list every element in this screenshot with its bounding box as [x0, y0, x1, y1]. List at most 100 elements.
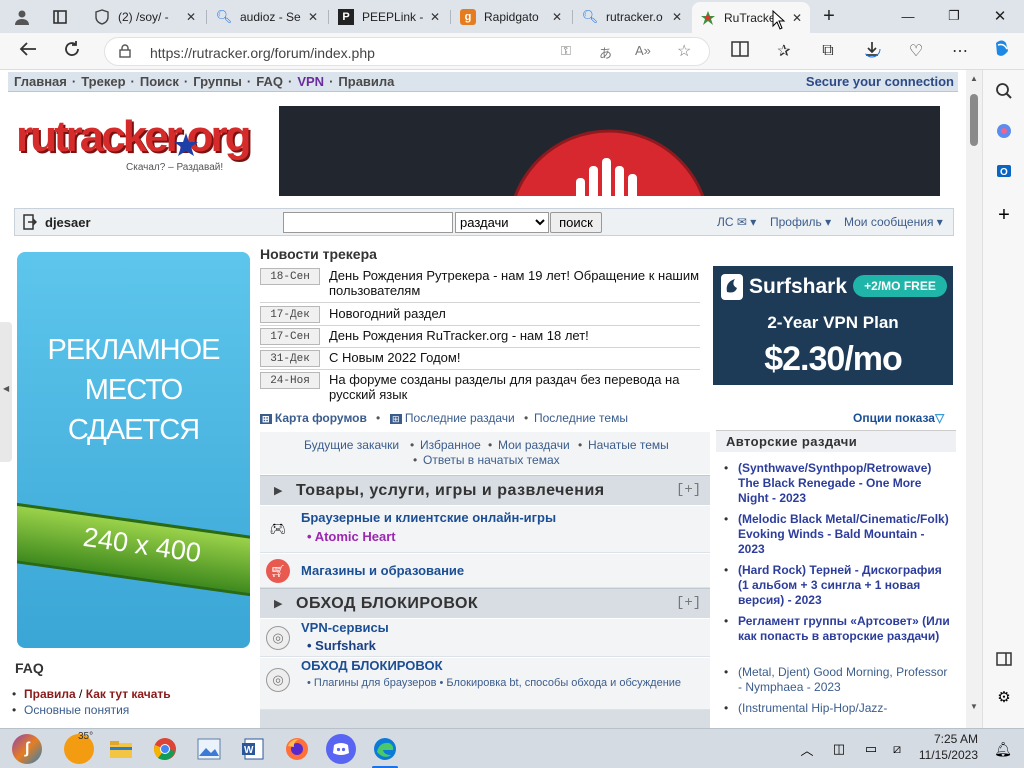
new-tab-button[interactable]: + [808, 4, 850, 28]
subforum-link[interactable]: Блокировка bt, способы обхода и обсужден… [446, 677, 681, 689]
news-link[interactable]: День Рождения Рутрекера - нам 19 лет! Об… [329, 268, 704, 298]
forum-link[interactable]: VPN-сервисы [301, 620, 389, 635]
sidebar-discover-icon[interactable] [993, 120, 1015, 142]
latest-releases-link[interactable]: ⊞ Последние раздачи [390, 411, 515, 425]
forum-link[interactable]: ОБХОД БЛОКИРОВОК [301, 658, 443, 673]
profile-link[interactable]: Профиль ▾ [770, 215, 831, 229]
meet-now-icon[interactable]: ◫ [824, 734, 854, 764]
address-bar[interactable]: https://rutracker.org/forum/index.php ⚿ … [104, 37, 710, 66]
tab-actions-button[interactable] [44, 4, 80, 30]
left-ad-placeholder[interactable]: РЕКЛАМНОЕ МЕСТО СДАЕТСЯ 240 x 400 [17, 252, 250, 648]
nav-home[interactable]: Главная [14, 74, 67, 89]
my-messages-link[interactable]: Мои сообщения ▾ [844, 215, 943, 229]
site-logo[interactable]: rutracker.org Скачал? – Раздавай! [16, 112, 262, 182]
news-link[interactable]: Новогодний раздел [329, 306, 704, 321]
scroll-up-icon[interactable]: ▲ [970, 74, 978, 83]
author-release-link[interactable]: Регламент группы «Артсовет» (Или как поп… [738, 614, 952, 644]
forum-link[interactable]: Магазины и образование [301, 563, 464, 578]
file-explorer-icon[interactable] [106, 734, 136, 764]
sidebar-settings-icon[interactable]: ⚙ [993, 686, 1015, 708]
tab-rutracker-active[interactable]: RuTracke ✕ [692, 2, 810, 33]
forum-link[interactable]: Браузерные и клиентские онлайн-игры [301, 510, 556, 525]
logout-icon[interactable] [23, 214, 38, 233]
nav-search[interactable]: Поиск [140, 74, 179, 89]
search-input[interactable] [283, 212, 453, 233]
start-app-icon[interactable]: ʃ [12, 734, 42, 764]
nav-vpn[interactable]: VPN [297, 74, 324, 89]
page-scrollbar[interactable]: ▲ ▼ [966, 70, 982, 728]
forum-map-link[interactable]: ⊞ Карта форумов [260, 411, 367, 425]
surfshark-ad[interactable]: Surfshark +2/MO FREE 2-Year VPN Plan $2.… [713, 266, 953, 385]
discord-icon[interactable] [326, 734, 356, 764]
faq-rules-link[interactable]: Правила [24, 687, 76, 701]
category-toggle[interactable]: [+] [676, 482, 701, 498]
author-release-link[interactable]: (Metal, Djent) Good Morning, Professor -… [738, 665, 952, 695]
started-topics-link[interactable]: Начатые темы [588, 438, 669, 452]
search-button[interactable]: поиск [550, 212, 602, 233]
search-scope-select[interactable]: раздачи [455, 212, 549, 233]
close-icon[interactable]: ✕ [430, 10, 440, 24]
refresh-button[interactable] [58, 38, 86, 64]
scrollbar-thumb[interactable] [970, 94, 978, 146]
latest-topics-link[interactable]: Последние темы [534, 411, 628, 425]
collections-button[interactable]: ⧉ [814, 38, 842, 64]
side-collapse-handle[interactable]: ◀ [0, 322, 12, 462]
sidebar-add-icon[interactable]: + [993, 204, 1015, 226]
nav-groups[interactable]: Группы [193, 74, 242, 89]
tab-rapidgator[interactable]: g Rapidgato ✕ [452, 4, 570, 30]
clock-date[interactable]: 11/15/2023 [906, 748, 978, 762]
close-icon[interactable]: ✕ [672, 10, 682, 24]
subforum-link[interactable]: Surfshark [315, 638, 376, 653]
tab-audioz[interactable]: 🔍︎ audioz - Se ✕ [208, 4, 326, 30]
author-release-link[interactable]: (Melodic Black Metal/Cinematic/Folk) Evo… [738, 512, 952, 557]
performance-button[interactable]: ♡ [902, 38, 930, 64]
news-link[interactable]: С Новым 2022 Годом! [329, 350, 704, 365]
favorite-star-icon[interactable]: ☆ [677, 41, 691, 61]
key-icon[interactable]: ⚿ [561, 43, 571, 59]
faq-howto-link[interactable]: Как тут качать [86, 687, 171, 701]
author-release-link[interactable]: (Synthwave/Synthpop/Retrowave) The Black… [738, 461, 952, 506]
display-options-link[interactable]: Опции показа▽ [853, 411, 944, 425]
word-icon[interactable]: W [238, 734, 268, 764]
scroll-down-icon[interactable]: ▼ [970, 702, 978, 711]
close-window-button[interactable]: ✕ [978, 4, 1022, 28]
close-icon[interactable]: ✕ [552, 10, 562, 24]
restore-button[interactable]: ❐ [932, 4, 976, 28]
close-icon[interactable]: ✕ [186, 10, 196, 24]
nav-faq[interactable]: FAQ [256, 74, 283, 89]
tab-peeplink[interactable]: P PEEPLink - ✕ [330, 4, 448, 30]
private-messages-link[interactable]: ЛС ✉ ▾ [717, 215, 756, 229]
subforum-link[interactable]: Atomic Heart [315, 529, 396, 544]
minimize-button[interactable]: — [886, 4, 930, 28]
tab-soy[interactable]: (2) /soy/ - ✕ [86, 4, 204, 30]
author-release-link[interactable]: (Hard Rock) Терней - Дискография (1 альб… [738, 563, 952, 608]
news-link[interactable]: День Рождения RuTracker.org - нам 18 лет… [329, 328, 704, 343]
clock-time[interactable]: 7:25 AM [906, 732, 978, 746]
back-button[interactable] [14, 38, 42, 64]
photos-icon[interactable] [194, 734, 224, 764]
my-releases-link[interactable]: Мои раздачи [498, 438, 570, 452]
tab-rutracker-search[interactable]: 🔍︎ rutracker.o ✕ [574, 4, 690, 30]
category-header[interactable]: ▶ ОБХОД БЛОКИРОВОК [+] [260, 588, 710, 618]
firefox-icon[interactable] [282, 734, 312, 764]
author-release-link[interactable]: (Instrumental Hip-Hop/Jazz- [738, 701, 952, 716]
downloads-button[interactable] [858, 38, 886, 64]
sidebar-outlook-icon[interactable]: O [993, 160, 1015, 182]
future-downloads-link[interactable]: Будущие закачки [304, 438, 399, 452]
news-link[interactable]: На форуме созданы разделы для раздач без… [329, 372, 704, 402]
profile-button[interactable] [6, 4, 42, 30]
close-icon[interactable]: ✕ [308, 10, 318, 24]
favorites-link[interactable]: Избранное [420, 438, 481, 452]
edge-icon[interactable] [370, 734, 400, 764]
notifications-bell-icon[interactable]: 🔔︎ [988, 734, 1018, 764]
faq-basics-link[interactable]: Основные понятия [24, 703, 129, 717]
favorites-button[interactable]: ✰ [770, 38, 798, 64]
close-icon[interactable]: ✕ [792, 11, 802, 25]
more-menu-button[interactable]: ⋯ [946, 38, 974, 64]
url-text[interactable]: https://rutracker.org/forum/index.php [150, 45, 375, 61]
read-aloud-icon[interactable]: A» [635, 43, 651, 58]
username[interactable]: djesaer [45, 215, 91, 230]
category-toggle[interactable]: [+] [676, 595, 701, 611]
sidebar-search-icon[interactable] [993, 80, 1015, 102]
copilot-button[interactable] [988, 38, 1016, 64]
